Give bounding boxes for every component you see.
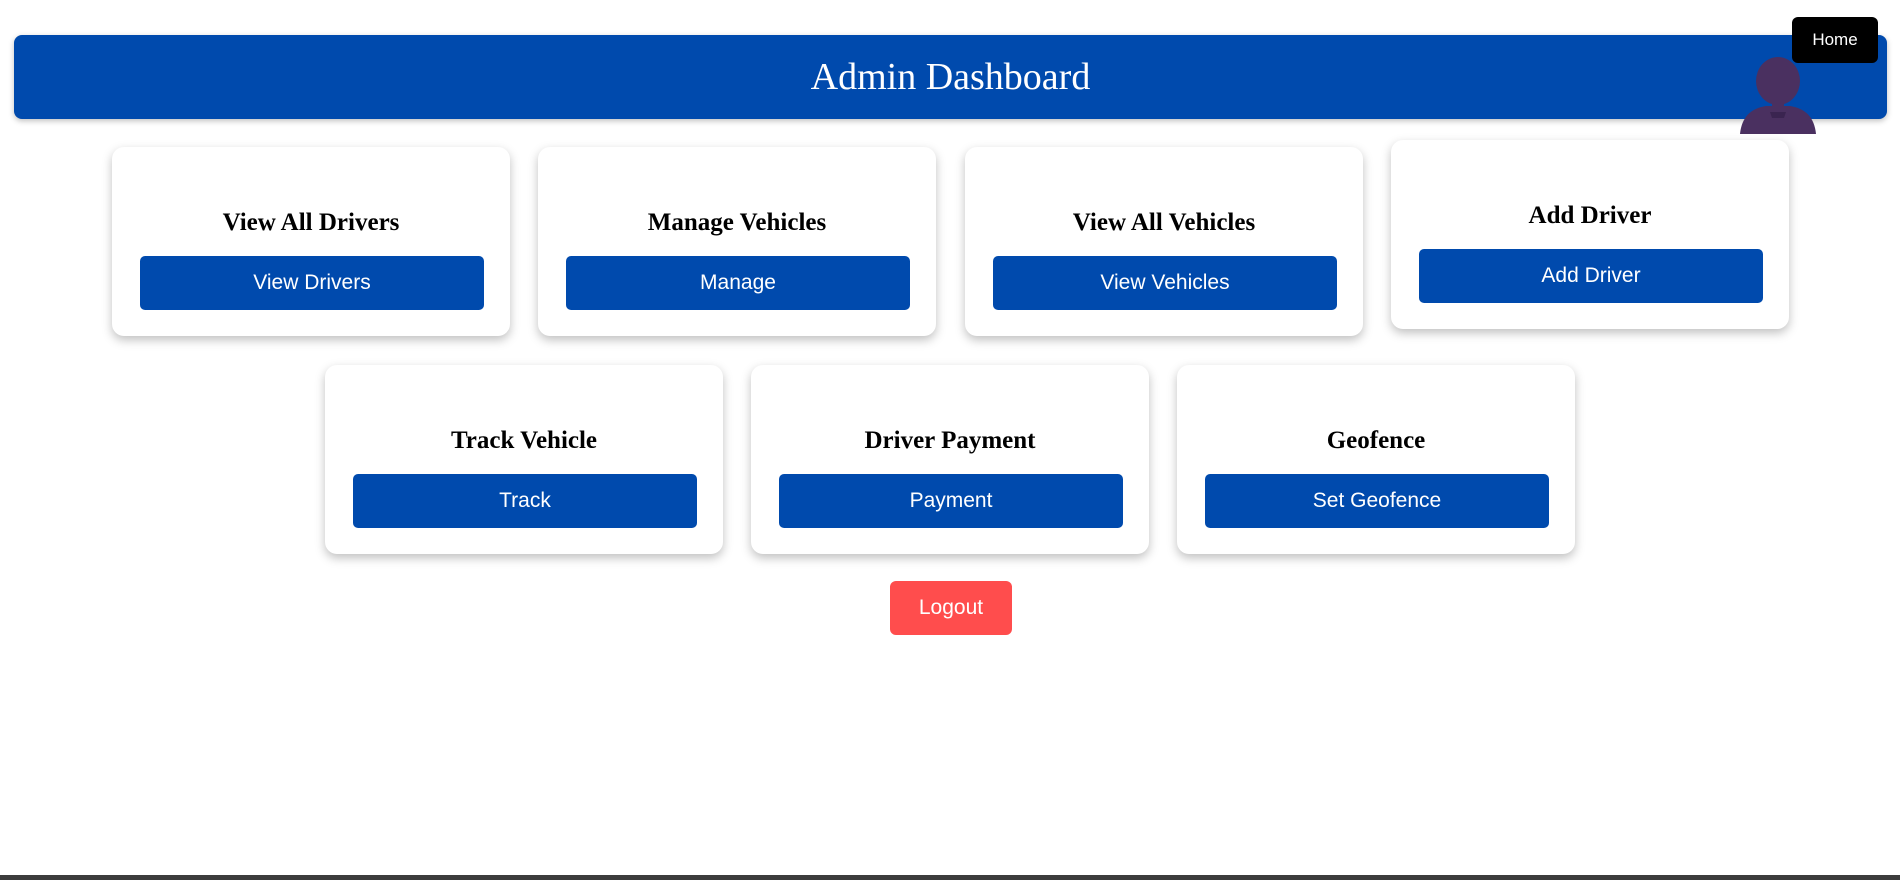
add-driver-button[interactable]: Add Driver bbox=[1419, 249, 1763, 303]
page-title: Admin Dashboard bbox=[810, 56, 1091, 98]
card-title: Geofence bbox=[1326, 427, 1426, 454]
card-track-vehicle: Track Vehicle Track bbox=[325, 365, 723, 554]
card-title: View All Drivers bbox=[222, 209, 400, 236]
card-title: Manage Vehicles bbox=[647, 209, 827, 236]
dashboard-header: Admin Dashboard bbox=[14, 35, 1887, 119]
card-manage-vehicles: Manage Vehicles Manage bbox=[538, 147, 936, 336]
card-title: Driver Payment bbox=[864, 427, 1036, 454]
card-geofence: Geofence Set Geofence bbox=[1177, 365, 1575, 554]
view-drivers-button[interactable]: View Drivers bbox=[140, 256, 484, 310]
card-view-all-vehicles: View All Vehicles View Vehicles bbox=[965, 147, 1363, 336]
user-avatar-icon bbox=[1740, 57, 1816, 134]
card-add-driver: Add Driver Add Driver bbox=[1391, 140, 1789, 329]
card-driver-payment: Driver Payment Payment bbox=[751, 365, 1149, 554]
logout-button[interactable]: Logout bbox=[890, 581, 1012, 635]
set-geofence-button[interactable]: Set Geofence bbox=[1205, 474, 1549, 528]
card-title: Add Driver bbox=[1528, 202, 1652, 229]
manage-vehicles-button[interactable]: Manage bbox=[566, 256, 910, 310]
window-bottom-edge bbox=[0, 875, 1900, 880]
card-view-all-drivers: View All Drivers View Drivers bbox=[112, 147, 510, 336]
card-title: View All Vehicles bbox=[1072, 209, 1256, 236]
view-vehicles-button[interactable]: View Vehicles bbox=[993, 256, 1337, 310]
card-title: Track Vehicle bbox=[450, 427, 598, 454]
track-button[interactable]: Track bbox=[353, 474, 697, 528]
home-button[interactable]: Home bbox=[1792, 17, 1878, 63]
payment-button[interactable]: Payment bbox=[779, 474, 1123, 528]
